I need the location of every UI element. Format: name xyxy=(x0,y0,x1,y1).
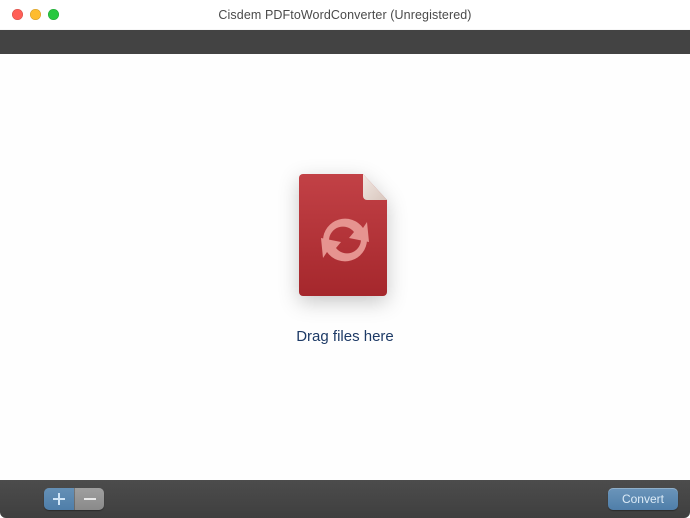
add-file-button[interactable] xyxy=(44,488,74,510)
top-toolbar-strip xyxy=(0,30,690,54)
minimize-window-button[interactable] xyxy=(30,9,41,20)
close-window-button[interactable] xyxy=(12,9,23,20)
bottom-toolbar: Convert xyxy=(0,480,690,518)
convert-button[interactable]: Convert xyxy=(608,488,678,510)
titlebar: Cisdem PDFtoWordConverter (Unregistered) xyxy=(0,0,690,30)
drop-zone[interactable]: Drag files here xyxy=(0,54,690,480)
traffic-lights xyxy=(12,9,59,20)
drop-hint-label: Drag files here xyxy=(296,328,394,345)
app-window: Cisdem PDFtoWordConverter (Unregistered) xyxy=(0,0,690,518)
zoom-window-button[interactable] xyxy=(48,9,59,20)
remove-file-button[interactable] xyxy=(74,488,104,510)
document-convert-icon xyxy=(297,172,393,296)
add-remove-segment xyxy=(44,488,104,510)
window-title: Cisdem PDFtoWordConverter (Unregistered) xyxy=(0,8,690,22)
